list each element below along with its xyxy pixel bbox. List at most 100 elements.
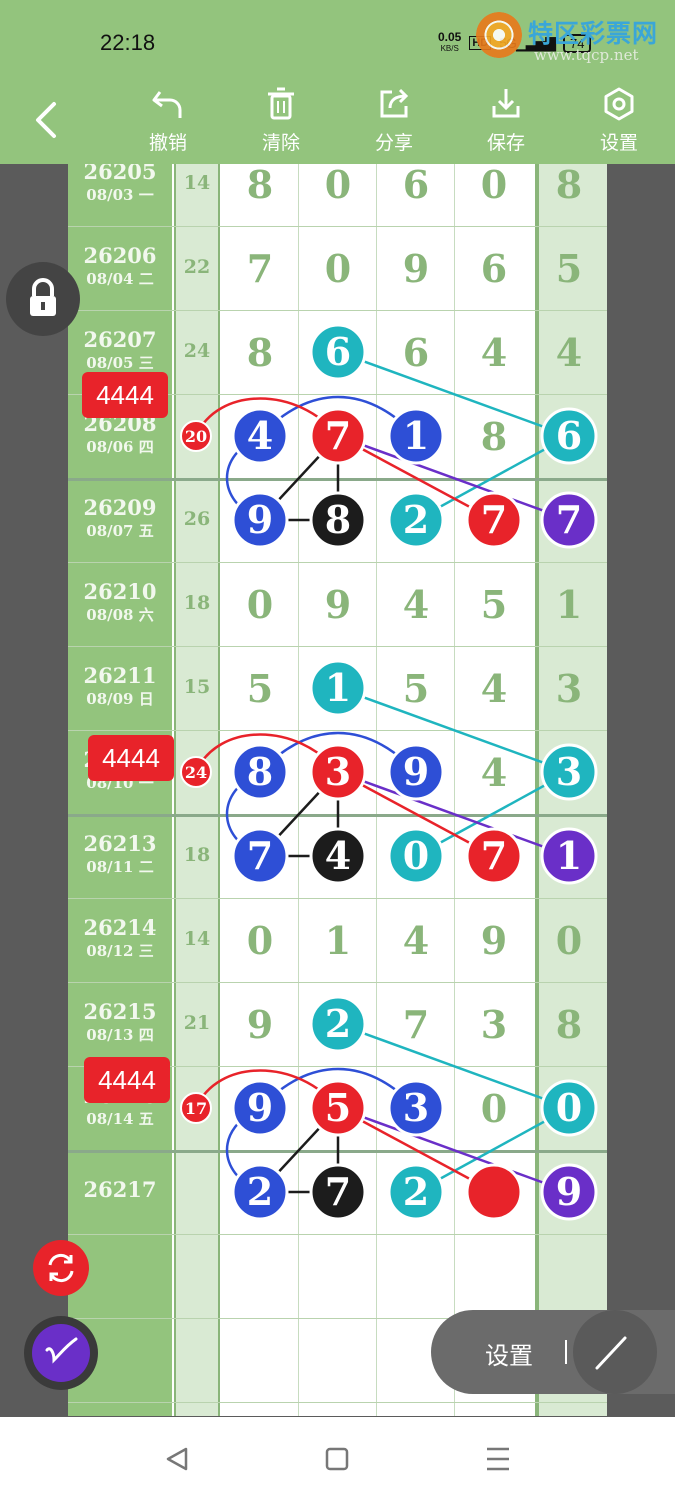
digit-cell: 4 xyxy=(246,414,274,459)
digit-cell: 1 xyxy=(324,918,352,963)
issue-date: 08/14 五 xyxy=(86,1110,154,1128)
digit-cell: 5 xyxy=(402,666,430,711)
settings-button[interactable]: 设置 xyxy=(584,82,654,160)
issue-cell: 26210 08/08 六 xyxy=(68,580,172,626)
digit-cell: 0 xyxy=(324,246,352,291)
issue-cell: 26207 08/05 三 xyxy=(68,328,172,374)
pattern-tag: 4444 xyxy=(82,372,168,418)
digit-cell: 9 xyxy=(555,1170,583,1215)
refresh-button[interactable] xyxy=(33,1240,89,1296)
digit-cell: 5 xyxy=(480,582,508,627)
undo-button[interactable]: 撤销 xyxy=(133,82,203,160)
trash-icon xyxy=(268,87,294,120)
issue-number: 26209 xyxy=(83,495,157,520)
digit-cell: 9 xyxy=(246,498,274,543)
digit-cell: 4 xyxy=(480,750,508,795)
issue-date: 08/05 三 xyxy=(86,354,154,372)
digit-cell: 9 xyxy=(324,582,352,627)
nav-menu-button[interactable] xyxy=(478,1441,518,1477)
watermark-logo-icon xyxy=(476,12,522,58)
share-label: 分享 xyxy=(374,132,413,154)
row-divider xyxy=(68,730,607,731)
digit-cell: 1 xyxy=(402,414,430,459)
trend-chart-sheet[interactable]: 26205 08/03 一 14 8 0 6 0 8 26206 08/04 二 22 7 0 9 6 5 26… xyxy=(68,164,607,1416)
net-speed: 0.05 KB/S xyxy=(438,30,462,54)
gear-icon xyxy=(604,87,634,121)
digit-cell: 3 xyxy=(555,666,583,711)
digit-cell: 7 xyxy=(402,1002,430,1047)
row-divider xyxy=(68,1402,607,1403)
row-divider xyxy=(68,1234,607,1235)
issue-number: 26205 xyxy=(83,164,157,184)
sum-cell: 26 xyxy=(183,508,211,530)
digit-cell: 1 xyxy=(324,666,352,711)
issue-cell: 26209 08/07 五 xyxy=(68,496,172,542)
nav-back-button[interactable] xyxy=(158,1441,198,1477)
pen-stroke-icon xyxy=(45,1337,78,1364)
digit-cell: 7 xyxy=(555,498,583,543)
digit-cell: 9 xyxy=(246,1002,274,1047)
row-divider xyxy=(68,898,607,899)
issue-cell: 26211 08/09 日 xyxy=(68,664,172,710)
digit-cell: 7 xyxy=(480,498,508,543)
digit-cell: 0 xyxy=(402,834,430,879)
net-speed-unit: KB/S xyxy=(440,44,459,53)
digit-cell: 0 xyxy=(480,164,508,207)
lock-icon xyxy=(30,278,56,316)
line-tool-button[interactable] xyxy=(573,1310,657,1394)
issue-number: 26214 xyxy=(83,915,157,940)
square-home-icon xyxy=(325,1447,349,1471)
row-divider xyxy=(68,562,607,563)
digit-cell: 1 xyxy=(555,834,583,879)
pen-button[interactable] xyxy=(24,1316,98,1390)
refresh-icon xyxy=(48,1253,74,1283)
issue-cell: 26214 08/12 三 xyxy=(68,916,172,962)
digit-cell: 0 xyxy=(246,918,274,963)
issue-cell: 26217 xyxy=(68,1178,172,1202)
digit-cell: 4 xyxy=(324,834,352,879)
column-divider xyxy=(454,164,455,1416)
digit-cell: 3 xyxy=(324,750,352,795)
sum-cell: 17 xyxy=(183,1096,211,1118)
issue-number: 26213 xyxy=(83,831,157,856)
issue-date: 08/06 四 xyxy=(86,438,154,456)
digit-cell: 7 xyxy=(246,834,274,879)
digit-cell: 7 xyxy=(480,834,508,879)
nav-home-button[interactable] xyxy=(317,1441,357,1477)
issue-date: 08/13 四 xyxy=(86,1026,154,1044)
watermark: 特区彩票网 www.tqcp.net xyxy=(476,10,671,68)
watermark-url: www.tqcp.net xyxy=(534,46,639,64)
undo-label: 撤销 xyxy=(148,132,187,154)
share-icon xyxy=(380,88,409,118)
column-divider xyxy=(376,164,377,1416)
issue-date: 08/07 五 xyxy=(86,522,154,540)
back-button[interactable] xyxy=(30,98,70,142)
digit-cell: 3 xyxy=(402,1086,430,1131)
issue-number: 26217 xyxy=(83,1177,157,1202)
digit-cell: 8 xyxy=(480,414,508,459)
row-divider xyxy=(68,982,607,983)
digit-cell: 8 xyxy=(246,750,274,795)
save-label: 保存 xyxy=(486,132,525,154)
digit-cell: 4 xyxy=(555,330,583,375)
digit-cell: 6 xyxy=(324,330,352,375)
draw-settings-button[interactable]: 设置 xyxy=(485,1336,533,1371)
digit-cell: 2 xyxy=(402,1170,430,1215)
net-speed-value: 0.05 xyxy=(438,30,462,44)
digit-cell: 0 xyxy=(246,582,274,627)
triangle-back-icon xyxy=(166,1447,188,1471)
digit-cell: 6 xyxy=(555,414,583,459)
clear-button[interactable]: 清除 xyxy=(246,82,316,160)
watermark-title: 特区彩票网 xyxy=(528,19,659,48)
sum-cell: 18 xyxy=(183,844,211,866)
row-divider xyxy=(68,1150,607,1153)
digit-cell: 4 xyxy=(480,330,508,375)
issue-cell: 26208 08/06 四 xyxy=(68,412,172,458)
save-button[interactable]: 保存 xyxy=(471,82,541,160)
share-button[interactable]: 分享 xyxy=(359,82,429,160)
issue-cell: 26213 08/11 二 xyxy=(68,832,172,878)
lock-button[interactable] xyxy=(6,262,80,336)
digit-cell: 9 xyxy=(246,1086,274,1131)
undo-icon xyxy=(152,91,182,118)
digit-cell: 3 xyxy=(480,1002,508,1047)
